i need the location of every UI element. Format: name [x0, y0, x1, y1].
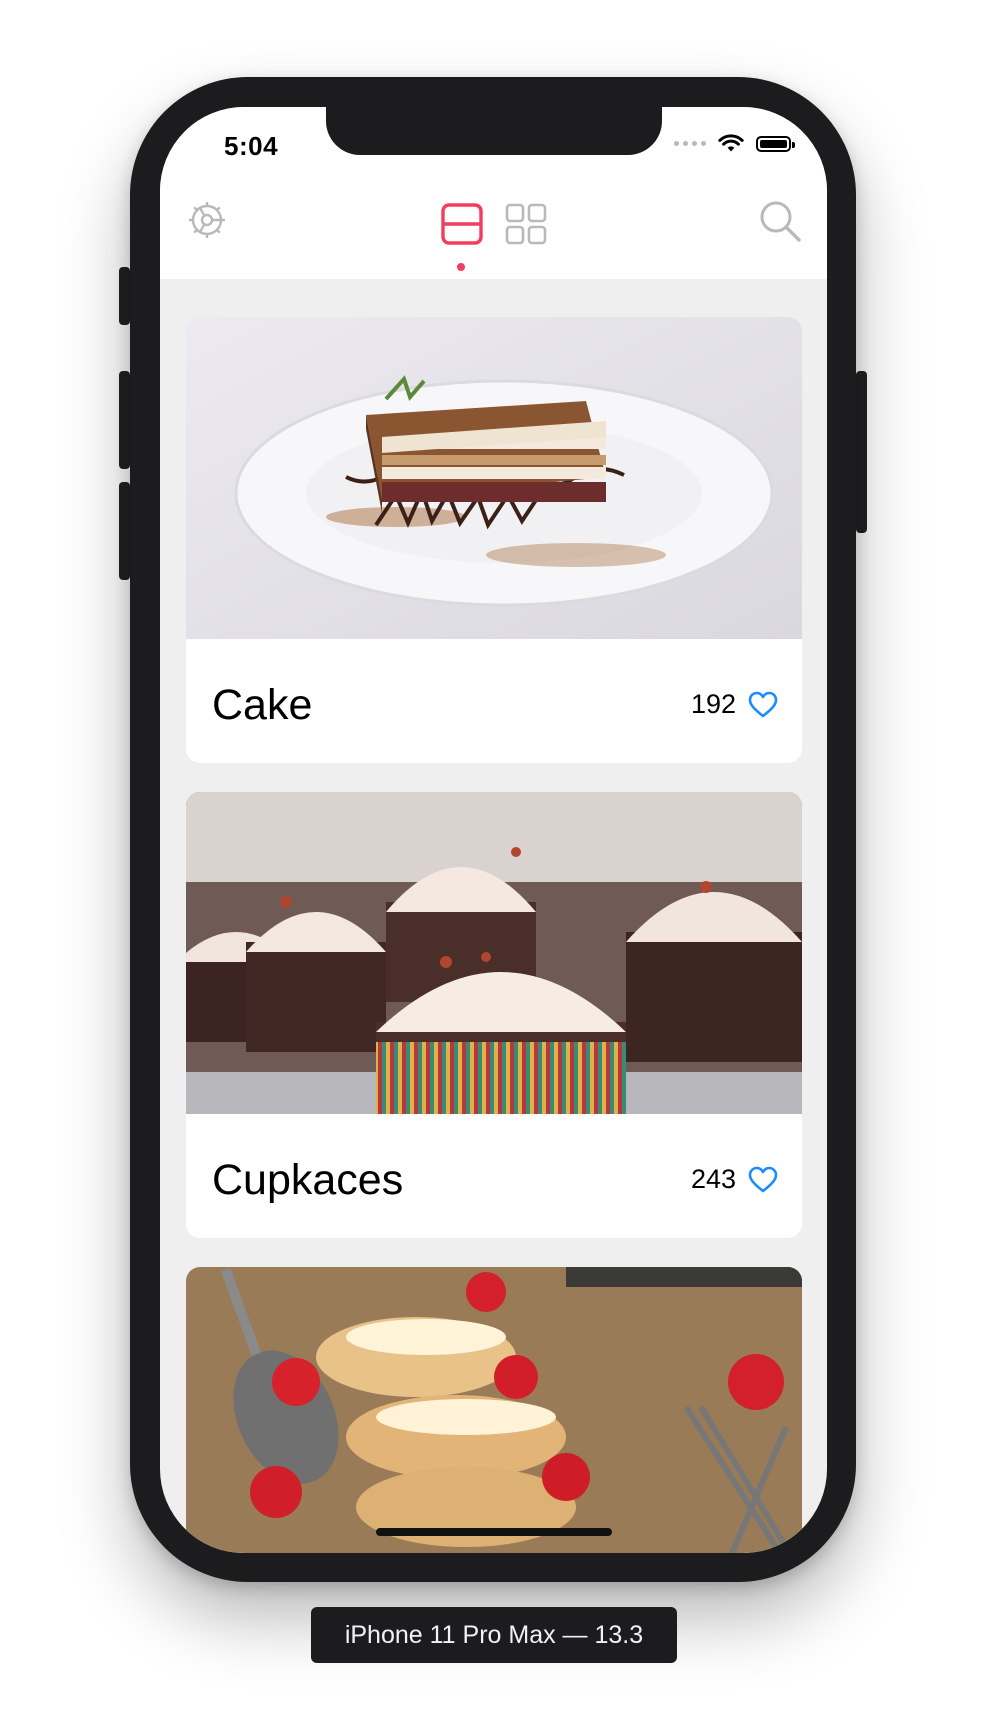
heart-outline-icon[interactable]	[748, 691, 778, 719]
notch	[326, 107, 662, 155]
settings-button[interactable]	[184, 197, 230, 243]
search-button[interactable]	[756, 197, 804, 245]
volume-down-button	[119, 482, 130, 580]
volume-up-button	[119, 371, 130, 469]
status-icons	[674, 134, 795, 153]
dessert-card[interactable]: Cupkaces 243	[186, 792, 802, 1238]
list-view-button[interactable]	[439, 201, 485, 247]
active-view-indicator	[457, 263, 465, 271]
card-title: Cake	[212, 681, 313, 729]
home-indicator[interactable]	[376, 1528, 612, 1536]
search-icon	[760, 201, 801, 242]
card-title: Cupkaces	[212, 1156, 404, 1204]
silent-switch	[119, 267, 130, 325]
phone-screen: 5:04 Cake 192 Cupkaces 243	[160, 107, 827, 1553]
heart-outline-icon[interactable]	[748, 1166, 778, 1194]
grid-view-icon	[505, 203, 547, 245]
dessert-card[interactable]: Cake 192	[186, 317, 802, 763]
status-time: 5:04	[224, 131, 279, 161]
like-control[interactable]: 243	[691, 1164, 778, 1195]
cake-image	[186, 317, 802, 639]
device-caption: iPhone 11 Pro Max — 13.3	[311, 1607, 677, 1663]
like-count: 243	[690, 1164, 736, 1194]
grid-view-button[interactable]	[503, 201, 549, 247]
dessert-card[interactable]	[186, 1267, 802, 1553]
list-view-icon	[441, 203, 483, 245]
dessert-feed[interactable]: Cake 192 Cupkaces 243	[186, 317, 802, 1553]
gear-icon	[189, 202, 225, 238]
cupcakes-image	[186, 792, 802, 1114]
like-count: 192	[690, 689, 736, 719]
like-control[interactable]: 192	[691, 689, 778, 720]
battery-icon	[756, 135, 795, 152]
power-button	[856, 371, 867, 533]
card-footer: Cake 192	[186, 639, 802, 763]
card-footer: Cupkaces 243	[186, 1114, 802, 1238]
cream-puffs-image	[186, 1267, 802, 1553]
wifi-icon	[718, 134, 744, 152]
cellular-signal-icon	[674, 141, 706, 146]
